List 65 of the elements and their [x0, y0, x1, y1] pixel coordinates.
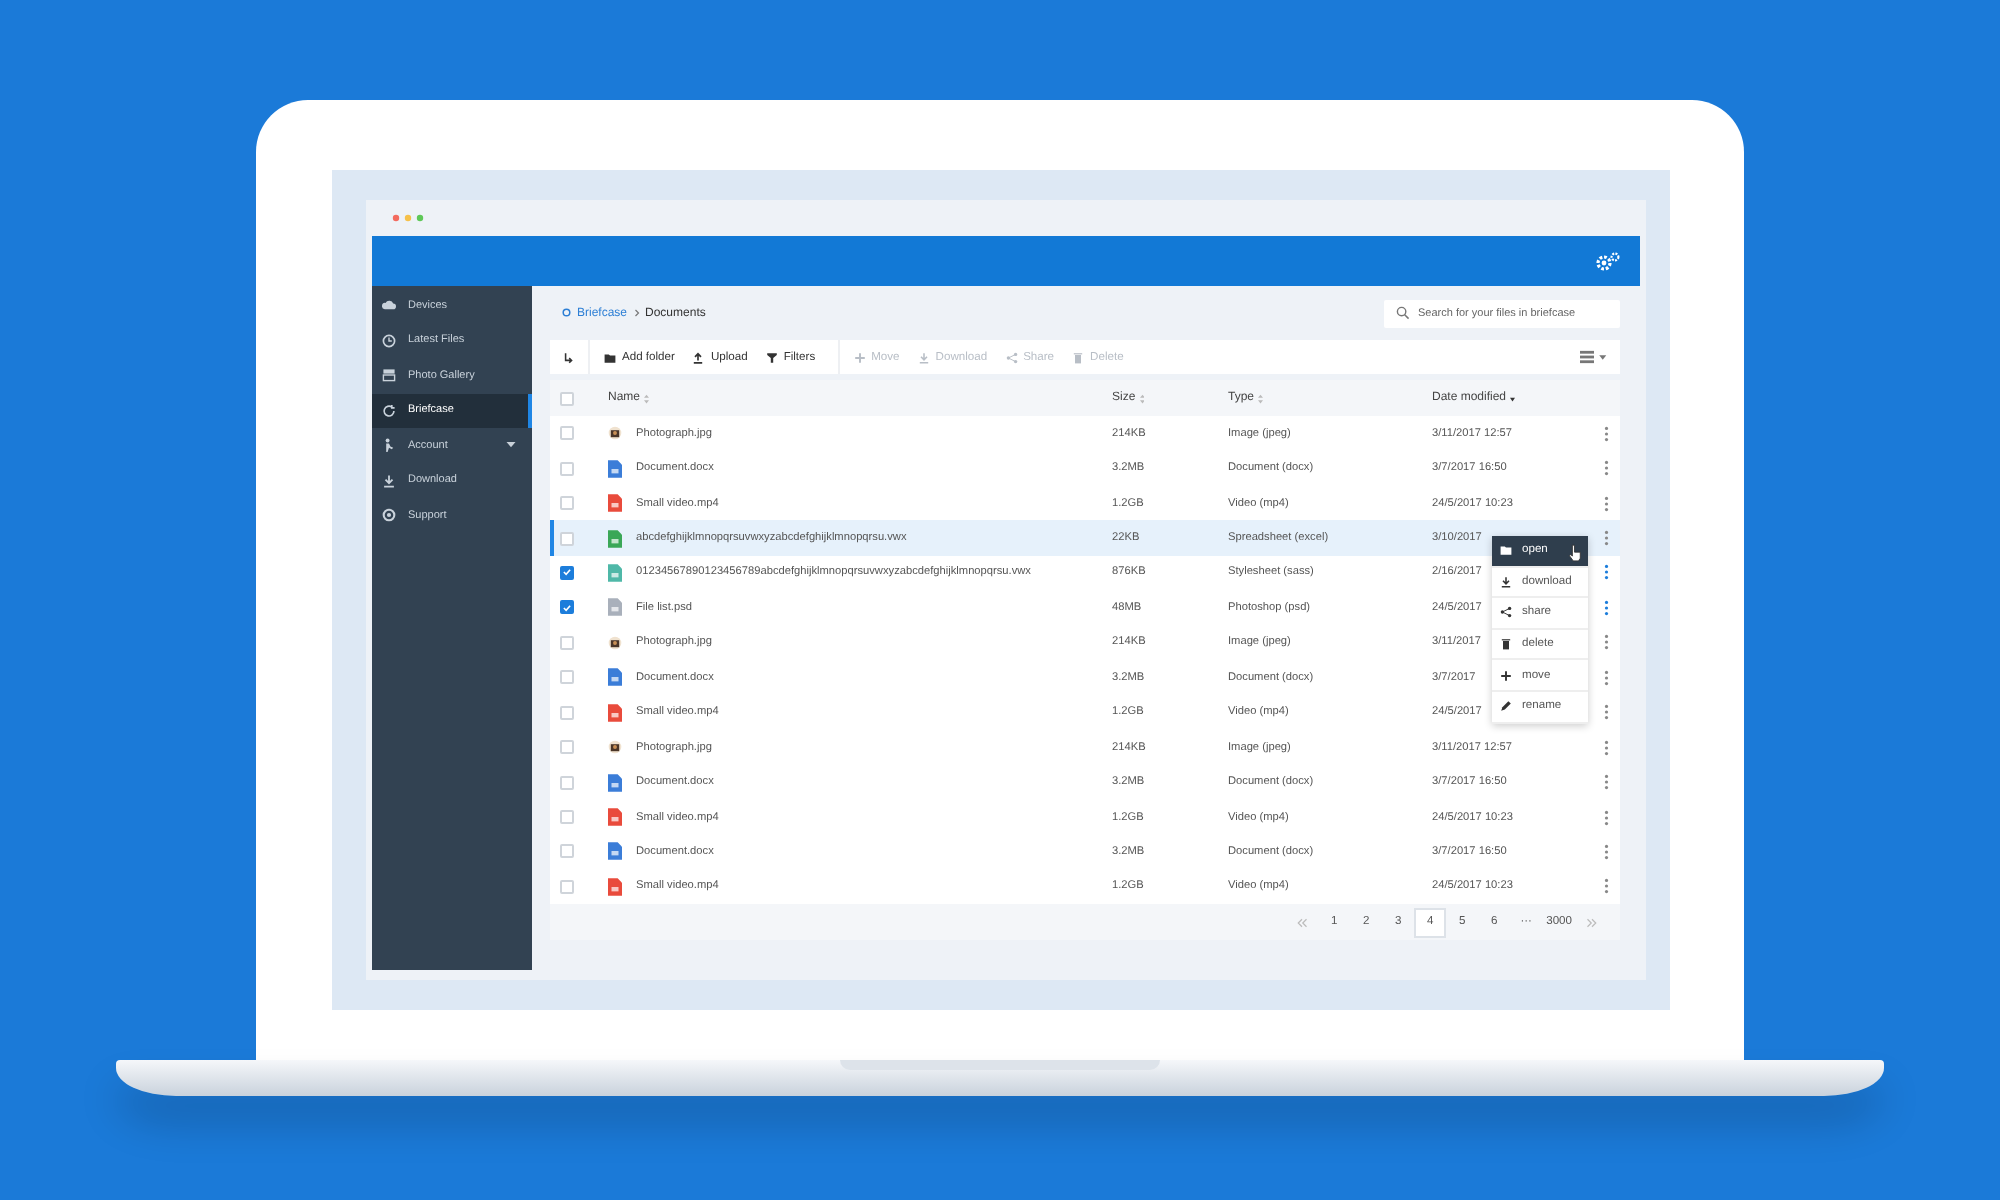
- more-options-icon[interactable]: [1604, 739, 1610, 756]
- more-options-icon[interactable]: [1604, 530, 1610, 547]
- more-options-icon[interactable]: [1604, 564, 1610, 581]
- more-options-icon[interactable]: [1604, 843, 1610, 860]
- share-icon: [1500, 606, 1512, 619]
- photo-icon: [608, 633, 622, 652]
- file-icon: [608, 668, 622, 687]
- list-view-icon[interactable]: [1580, 350, 1608, 364]
- more-options-icon[interactable]: [1604, 669, 1610, 686]
- trash-icon: [1500, 638, 1512, 651]
- folder-icon: [604, 351, 616, 363]
- file-icon: [608, 877, 622, 896]
- folder-icon: [1500, 544, 1512, 557]
- file-icon: [608, 773, 622, 792]
- file-icon: [608, 494, 622, 513]
- file-icon: [608, 842, 622, 861]
- trash-icon: [1072, 351, 1085, 363]
- more-options-icon[interactable]: [1604, 774, 1610, 791]
- caret-icon: [506, 442, 516, 449]
- upload-icon: [692, 351, 705, 363]
- download-icon: [917, 351, 930, 363]
- filter-icon: [765, 351, 778, 363]
- more-options-icon[interactable]: [1604, 634, 1610, 651]
- more-options-icon[interactable]: [1604, 460, 1610, 477]
- photo-icon: [608, 424, 622, 443]
- file-icon: [608, 808, 622, 827]
- window-controls-icon[interactable]: [392, 214, 424, 222]
- sort-icon[interactable]: [644, 393, 650, 403]
- select-all-checkbox[interactable]: [560, 391, 574, 405]
- sync-icon: [382, 403, 396, 418]
- file-icon: [608, 563, 622, 582]
- plus-icon: [1500, 669, 1512, 682]
- download-icon: [382, 473, 396, 488]
- circle-icon: [562, 308, 571, 318]
- sort-icon[interactable]: [1258, 393, 1264, 403]
- row-checkbox[interactable]: [560, 565, 574, 580]
- back-arrow-icon[interactable]: [562, 351, 574, 363]
- file-icon: [608, 459, 622, 478]
- first-page-icon[interactable]: [1296, 917, 1309, 928]
- row-checkbox[interactable]: [560, 600, 574, 615]
- more-options-icon[interactable]: [1604, 495, 1610, 512]
- more-options-icon[interactable]: [1604, 878, 1610, 895]
- chevron-icon: [633, 308, 640, 318]
- file-icon: [608, 529, 622, 548]
- more-options-icon[interactable]: [1604, 599, 1610, 616]
- file-icon: [608, 703, 622, 722]
- download-icon: [1500, 575, 1512, 588]
- more-options-icon[interactable]: [1604, 425, 1610, 442]
- more-options-icon[interactable]: [1604, 809, 1610, 826]
- share-icon: [1005, 351, 1018, 363]
- more-options-icon[interactable]: [1604, 704, 1610, 721]
- sort-icon[interactable]: [1139, 393, 1145, 403]
- pencil-icon: [1500, 700, 1512, 713]
- last-page-icon[interactable]: [1586, 917, 1598, 928]
- settings-icon[interactable]: [1596, 251, 1620, 271]
- cloud-icon: [382, 298, 396, 313]
- clock-icon: [382, 333, 396, 348]
- search-icon: [1396, 306, 1410, 320]
- plus-icon: [853, 351, 866, 363]
- gallery-icon: [382, 368, 396, 383]
- person-icon: [382, 438, 396, 453]
- file-icon: [608, 598, 622, 617]
- support-icon: [382, 508, 396, 523]
- hand-cursor-icon: [1568, 544, 1582, 562]
- photo-icon: [608, 738, 622, 757]
